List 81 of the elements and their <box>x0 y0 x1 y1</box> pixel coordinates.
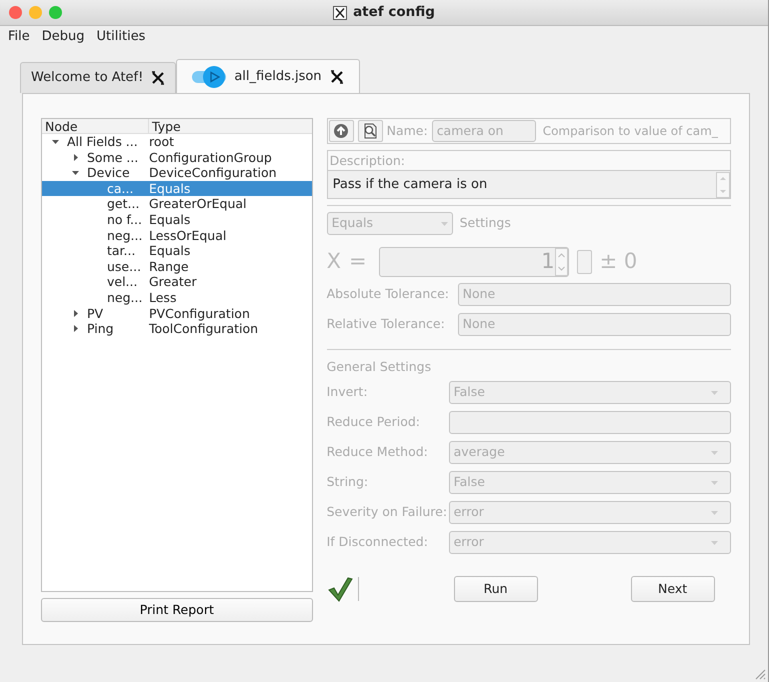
tree-node-label: no f... <box>107 212 142 228</box>
field-label: Absolute Tolerance: <box>326 285 450 304</box>
name-label: Name: <box>386 122 428 140</box>
tree-type-label: Equals <box>148 243 190 259</box>
tree-node-label: neg... <box>107 290 142 306</box>
tree-type-label: GreaterOrEqual <box>148 196 246 212</box>
tree-type-label: root <box>148 134 174 150</box>
tree-type-label: LessOrEqual <box>148 228 226 244</box>
app-icon <box>333 6 348 20</box>
field-label: Invert: <box>326 383 369 402</box>
tree-row[interactable]: no f... Equals <box>42 212 312 228</box>
tree-node-label: Some ... <box>87 150 138 166</box>
tree-row[interactable]: get... GreaterOrEqual <box>42 196 312 212</box>
close-icon[interactable] <box>151 71 166 85</box>
resize-grip-icon[interactable] <box>754 668 766 680</box>
tree-row[interactable]: Device DeviceConfiguration <box>42 165 312 181</box>
tree-type-label: Range <box>148 258 189 274</box>
field-label: Severity on Failure: <box>326 503 448 522</box>
column-header[interactable]: Type <box>148 119 312 133</box>
tree-type-label: DeviceConfiguration <box>148 165 277 181</box>
tolerance-value: ± 0 <box>600 248 638 276</box>
settings-label: Settings <box>460 214 511 232</box>
field-label: Relative Tolerance: <box>326 315 446 334</box>
dropdown-caret-icon <box>711 390 718 394</box>
menu-item[interactable]: File <box>2 27 36 47</box>
document-search-icon <box>362 123 378 139</box>
tree-node-label: use... <box>107 258 142 274</box>
dropdown-caret-icon <box>711 480 718 484</box>
tab[interactable]: all_fields.json <box>176 59 360 94</box>
field-label: Reduce Period: <box>326 413 421 432</box>
tree-type-label: Equals <box>148 180 190 196</box>
tree-type-label: ToolConfiguration <box>148 321 258 337</box>
column-header[interactable]: Node <box>42 119 148 133</box>
field-label: If Disconnected: <box>326 533 429 552</box>
dropdown-caret-icon <box>711 540 718 544</box>
tree-row[interactable]: tar... Equals <box>42 243 312 259</box>
tree-row[interactable]: neg... LessOrEqual <box>42 228 312 244</box>
tree-row[interactable]: Some ... ConfigurationGroup <box>42 150 312 166</box>
tree-node-label: ca... <box>107 180 134 196</box>
field-label: String: <box>326 473 370 492</box>
variable-label: X <box>326 248 341 276</box>
expand-arrow-icon[interactable] <box>51 137 60 146</box>
tree-row[interactable]: All Fields ... root <box>42 134 312 150</box>
tree-row[interactable]: ca... Equals <box>42 180 312 196</box>
tree-type-label: Equals <box>148 212 190 228</box>
section-title: General Settings <box>326 358 432 375</box>
tree-type-label: Greater <box>148 274 197 290</box>
tree-type-label: ConfigurationGroup <box>148 150 272 166</box>
toggle-switch-icon[interactable] <box>192 65 226 89</box>
tree-row[interactable]: Ping ToolConfiguration <box>42 321 312 337</box>
tree-node-label: Device <box>87 165 130 181</box>
menu-item[interactable]: Utilities <box>90 27 152 47</box>
scrollbar[interactable] <box>716 172 730 198</box>
expand-arrow-icon[interactable] <box>71 168 80 178</box>
tree-row[interactable]: PV PVConfiguration <box>42 306 312 322</box>
tree-node-label: get... <box>107 196 140 212</box>
expand-arrow-icon[interactable] <box>71 152 80 162</box>
tree-node-label: PV <box>87 306 104 322</box>
field-label: Reduce Method: <box>326 443 429 462</box>
dropdown-caret-icon <box>711 450 718 454</box>
tree-row[interactable]: neg... Less <box>42 290 312 306</box>
tree-node-label: All Fields ... <box>67 134 138 150</box>
name-description: Comparison to value of cam_ <box>542 123 718 140</box>
equals-sign: = <box>348 248 367 276</box>
tree-type-label: PVConfiguration <box>148 306 250 322</box>
tree-row[interactable]: vel... Greater <box>42 274 312 290</box>
tree-row[interactable]: use... Range <box>42 258 312 274</box>
print-report-button[interactable]: Print Report <box>41 598 313 622</box>
dropdown-caret-icon <box>711 510 718 514</box>
dropdown-caret-icon <box>440 222 448 226</box>
menu-item[interactable]: Debug <box>36 27 91 47</box>
tree-node-label: tar... <box>107 243 136 259</box>
expand-arrow-icon[interactable] <box>71 308 80 318</box>
tree-node-label: vel... <box>107 274 138 290</box>
tree-node-label: Ping <box>87 321 114 337</box>
window-title: atef config <box>353 3 435 22</box>
tree-node-label: neg... <box>107 228 142 244</box>
tree-type-label: Less <box>148 290 176 306</box>
close-icon[interactable] <box>330 70 344 84</box>
tab[interactable]: Welcome to Atef! <box>20 62 176 93</box>
expand-arrow-icon[interactable] <box>71 324 80 334</box>
